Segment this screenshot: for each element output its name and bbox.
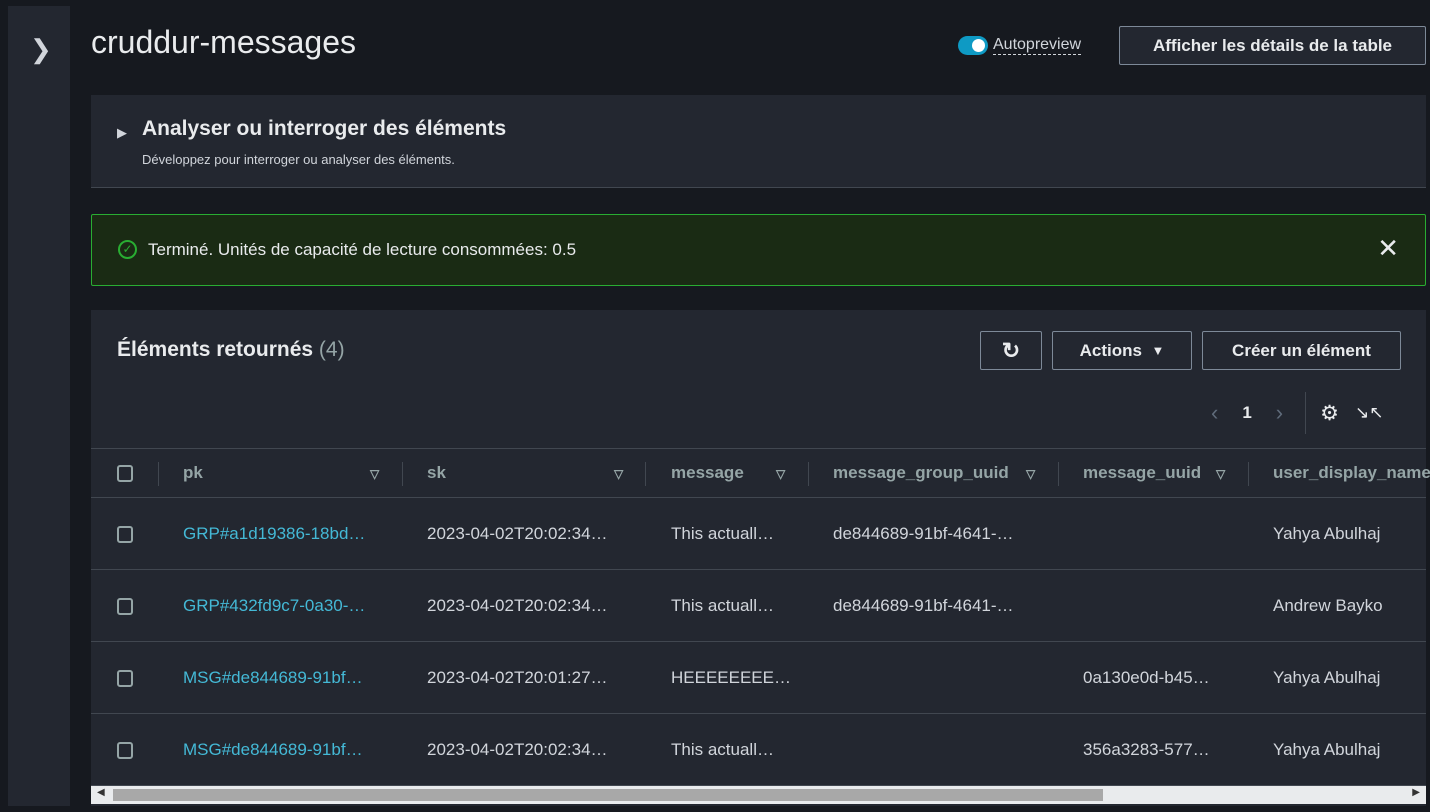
- cell-message: HEEEEEEEE…: [671, 667, 791, 687]
- sidebar: ❯: [8, 6, 70, 806]
- cell-user-display-name: Yahya Abulhaj: [1273, 739, 1381, 759]
- refresh-button[interactable]: ↻: [980, 331, 1042, 370]
- items-panel: Éléments retournés (4) ↻ Actions ▼ Créer…: [91, 310, 1430, 806]
- table-details-button[interactable]: Afficher les détails de la table: [1119, 26, 1426, 65]
- page-number[interactable]: 1: [1242, 403, 1251, 423]
- sort-icon[interactable]: ▽: [1216, 467, 1225, 481]
- pagination: ‹ 1 › ⚙ ↘↖: [1211, 392, 1383, 434]
- cell-message-uuid: 356a3283-577…: [1083, 739, 1210, 759]
- cell-sk: 2023-04-02T20:01:27…: [427, 667, 608, 687]
- chevron-right-icon[interactable]: ❯: [30, 34, 52, 65]
- column-header-message-uuid[interactable]: message_uuid: [1083, 449, 1201, 497]
- cell-sk: 2023-04-02T20:02:34…: [427, 739, 608, 759]
- row-checkbox[interactable]: [117, 525, 133, 543]
- column-header-user-display-name[interactable]: user_display_name: [1273, 449, 1430, 497]
- cell-sk: 2023-04-02T20:02:34…: [427, 595, 608, 615]
- scroll-right-icon[interactable]: ▶: [1412, 787, 1420, 798]
- close-icon[interactable]: ✕: [1377, 233, 1399, 264]
- select-all-checkbox[interactable]: [117, 465, 133, 482]
- cell-user-display-name: Yahya Abulhaj: [1273, 667, 1381, 687]
- page-title: cruddur-messages: [91, 24, 356, 60]
- actions-button[interactable]: Actions ▼: [1052, 331, 1192, 370]
- horizontal-scrollbar[interactable]: ◀ ▶: [91, 786, 1426, 804]
- row-checkbox[interactable]: [117, 597, 133, 615]
- sort-icon[interactable]: ▽: [614, 467, 623, 481]
- autopreview-label: Autopreview: [993, 36, 1082, 55]
- sort-icon[interactable]: ▽: [370, 467, 379, 481]
- query-title[interactable]: Analyser ou interroger des éléments: [142, 117, 506, 141]
- create-item-button[interactable]: Créer un élément: [1202, 331, 1401, 370]
- cell-pk[interactable]: GRP#432fd9c7-0a30-…: [183, 570, 365, 641]
- table-row: MSG#de844689-91bf… 2023-04-02T20:01:27… HE…: [91, 642, 1426, 714]
- items-title: Éléments retournés (4): [117, 338, 345, 362]
- column-header-sk[interactable]: sk: [427, 449, 446, 497]
- caret-right-icon[interactable]: ▶: [117, 125, 127, 141]
- column-header-message-group-uuid[interactable]: message_group_uuid: [833, 449, 1009, 497]
- next-page-icon[interactable]: ›: [1276, 400, 1283, 426]
- sort-icon[interactable]: ▽: [776, 467, 785, 481]
- cell-pk[interactable]: MSG#de844689-91bf…: [183, 714, 363, 785]
- prev-page-icon[interactable]: ‹: [1211, 400, 1218, 426]
- row-checkbox[interactable]: [117, 741, 133, 759]
- alert-text: Terminé. Unités de capacité de lecture c…: [148, 240, 577, 259]
- cell-pk[interactable]: MSG#de844689-91bf…: [183, 642, 363, 713]
- refresh-icon: ↻: [1001, 337, 1021, 363]
- table-row: MSG#de844689-91bf… 2023-04-02T20:02:34… Th…: [91, 714, 1426, 786]
- cell-user-display-name: Yahya Abulhaj: [1273, 523, 1381, 543]
- items-count: (4): [318, 338, 345, 361]
- gear-icon[interactable]: ⚙: [1320, 401, 1339, 426]
- cell-user-display-name: Andrew Bayko: [1273, 595, 1383, 615]
- collapse-icon[interactable]: ↘↖: [1355, 403, 1384, 423]
- column-header-message[interactable]: message: [671, 449, 744, 497]
- caret-down-icon: ▼: [1151, 343, 1165, 358]
- check-circle-icon: ✓: [118, 240, 137, 259]
- cell-sk: 2023-04-02T20:02:34…: [427, 523, 608, 543]
- column-header-pk[interactable]: pk: [183, 449, 203, 497]
- query-panel[interactable]: ▶ Analyser ou interroger des éléments Dé…: [91, 95, 1426, 188]
- items-table: pk ▽ sk ▽ message ▽ message_group_uuid ▽ mes…: [91, 448, 1430, 786]
- scroll-left-icon[interactable]: ◀: [97, 787, 105, 798]
- items-title-text: Éléments retournés: [117, 338, 314, 361]
- cell-message: This actuall…: [671, 595, 774, 615]
- sort-icon[interactable]: ▽: [1026, 467, 1035, 481]
- actions-label: Actions: [1079, 340, 1142, 360]
- autopreview-toggle[interactable]: Autopreview: [958, 36, 1082, 55]
- cell-message: This actuall…: [671, 739, 774, 759]
- cell-message-group-uuid: de844689-91bf-4641-…: [833, 523, 1014, 543]
- cell-pk[interactable]: GRP#a1d19386-18bd…: [183, 498, 365, 569]
- scrollbar-thumb[interactable]: [113, 789, 1103, 801]
- success-alert: ✓ Terminé. Unités de capacité de lecture…: [91, 214, 1426, 286]
- cell-message-uuid: 0a130e0d-b45…: [1083, 667, 1210, 687]
- query-subtitle: Développez pour interroger ou analyser d…: [142, 152, 455, 167]
- table-header: pk ▽ sk ▽ message ▽ message_group_uuid ▽ mes…: [91, 448, 1430, 498]
- table-row: GRP#432fd9c7-0a30-… 2023-04-02T20:02:34… T…: [91, 570, 1426, 642]
- row-checkbox[interactable]: [117, 669, 133, 687]
- table-row: GRP#a1d19386-18bd… 2023-04-02T20:02:34… Th…: [91, 498, 1426, 570]
- toggle-switch[interactable]: [958, 36, 988, 55]
- cell-message-group-uuid: de844689-91bf-4641-…: [833, 595, 1014, 615]
- cell-message: This actuall…: [671, 523, 774, 543]
